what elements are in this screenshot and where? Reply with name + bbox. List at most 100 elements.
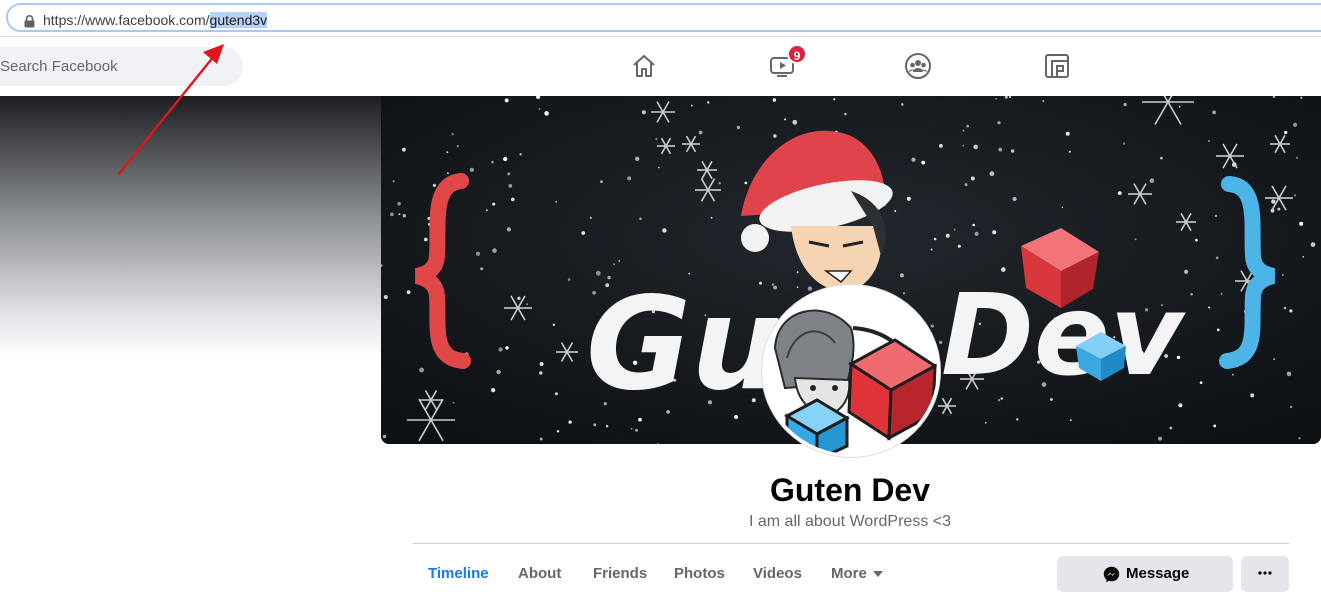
snow-dot <box>507 172 511 176</box>
snow-dot <box>504 98 509 103</box>
snow-dot <box>517 296 521 300</box>
snow-dot <box>476 251 480 256</box>
snow-dot <box>635 156 640 161</box>
snow-dot <box>939 144 943 148</box>
snow-dot <box>1012 196 1017 202</box>
snow-dot <box>833 98 836 101</box>
url-path-selected: gutend3v <box>209 12 268 28</box>
snow-dot <box>456 145 459 148</box>
snow-dot <box>984 421 987 424</box>
profile-bio: I am all about WordPress <3 <box>748 513 952 530</box>
snow-dot <box>402 147 406 152</box>
snow-dot <box>1068 150 1071 153</box>
snow-dot <box>1042 100 1045 103</box>
snow-dot <box>423 237 428 242</box>
address-bar[interactable]: https://www.facebook.com/gutend3v <box>6 3 1321 32</box>
snow-dot <box>1008 96 1012 99</box>
snow-dot <box>492 202 496 206</box>
gaming-icon[interactable] <box>1043 52 1071 80</box>
snow-dot <box>792 119 798 125</box>
profile-picture[interactable] <box>762 285 940 457</box>
snow-dot <box>552 323 556 326</box>
message-button[interactable]: Message <box>1057 556 1233 592</box>
snow-dot <box>921 160 926 165</box>
more-dots-icon <box>1258 571 1272 575</box>
search-input[interactable]: Search Facebook <box>0 47 243 86</box>
snow-dot <box>492 248 497 253</box>
snow-dot <box>491 160 494 164</box>
snow-dot <box>446 172 449 175</box>
caret-down-icon[interactable] <box>873 571 883 577</box>
snow-dot <box>744 181 748 185</box>
browser-window: https://www.facebook.com/gutend3v Search… <box>0 0 1321 598</box>
left-gradient-background <box>0 96 381 358</box>
snow-dot <box>1277 207 1281 211</box>
tab-friends[interactable]: Friends <box>593 565 647 582</box>
snow-dot <box>992 230 997 235</box>
snow-dot <box>1069 419 1072 422</box>
snow-dot <box>480 267 484 271</box>
snow-dot <box>690 104 693 107</box>
snow-dot <box>772 98 777 102</box>
url-text[interactable]: https://www.facebook.com/gutend3v <box>43 12 268 28</box>
snow-dot <box>1273 358 1276 361</box>
snow-dot <box>930 324 934 328</box>
snow-dot <box>508 184 513 188</box>
snow-dot <box>605 425 609 428</box>
more-options-button[interactable] <box>1241 556 1289 592</box>
snow-dot <box>1289 309 1293 313</box>
lock-icon[interactable] <box>24 15 35 28</box>
snow-dot <box>1061 206 1064 209</box>
snow-dot <box>933 237 937 241</box>
snow-dot <box>995 97 997 100</box>
snow-dot <box>406 290 411 295</box>
snow-dot <box>600 180 603 184</box>
snow-dot <box>773 134 777 138</box>
tab-timeline[interactable]: Timeline <box>428 565 489 582</box>
snow-dot <box>1190 292 1193 296</box>
search-placeholder: Search Facebook <box>0 58 118 75</box>
snow-dot <box>736 125 740 130</box>
snow-dot <box>539 371 543 375</box>
snow-dot <box>555 201 557 203</box>
snow-dot <box>402 214 406 218</box>
snow-dot <box>469 167 474 172</box>
snow-dot <box>383 295 388 299</box>
snow-dot <box>544 111 549 116</box>
snow-dot <box>630 428 633 430</box>
home-icon[interactable] <box>630 52 658 80</box>
groups-icon[interactable] <box>904 52 932 80</box>
snow-dot <box>662 228 667 233</box>
snow-dot <box>538 108 541 110</box>
snow-dot <box>1232 373 1234 376</box>
snow-dot <box>1208 306 1211 309</box>
snow-dot <box>519 153 522 156</box>
snow-dot <box>485 209 488 212</box>
snow-dot <box>894 210 897 212</box>
snow-dot <box>962 144 965 147</box>
snow-dot <box>1250 393 1255 398</box>
snow-dot <box>556 430 560 433</box>
snow-dot <box>989 171 995 177</box>
snow-dot <box>1296 156 1299 159</box>
snow-dot <box>998 147 1003 152</box>
tab-photos[interactable]: Photos <box>674 565 725 582</box>
snow-dot <box>567 278 571 281</box>
snow-dot <box>1117 191 1122 195</box>
snow-dot <box>1298 437 1301 440</box>
message-button-label: Message <box>1126 565 1190 582</box>
snow-dot <box>419 367 424 373</box>
tab-more[interactable]: More <box>831 565 867 582</box>
snow-dot <box>930 248 933 251</box>
snow-dot <box>498 347 503 352</box>
snow-dot <box>613 263 615 265</box>
snow-dot <box>390 212 394 217</box>
snow-dot <box>1016 418 1019 421</box>
snow-dot <box>1300 96 1303 99</box>
watch-notification-badge[interactable]: 9 <box>787 44 807 64</box>
tab-videos[interactable]: Videos <box>753 565 802 582</box>
snow-dot <box>1178 403 1183 408</box>
snow-dot <box>972 223 975 227</box>
tab-about[interactable]: About <box>518 565 561 582</box>
snow-dot <box>539 362 544 366</box>
